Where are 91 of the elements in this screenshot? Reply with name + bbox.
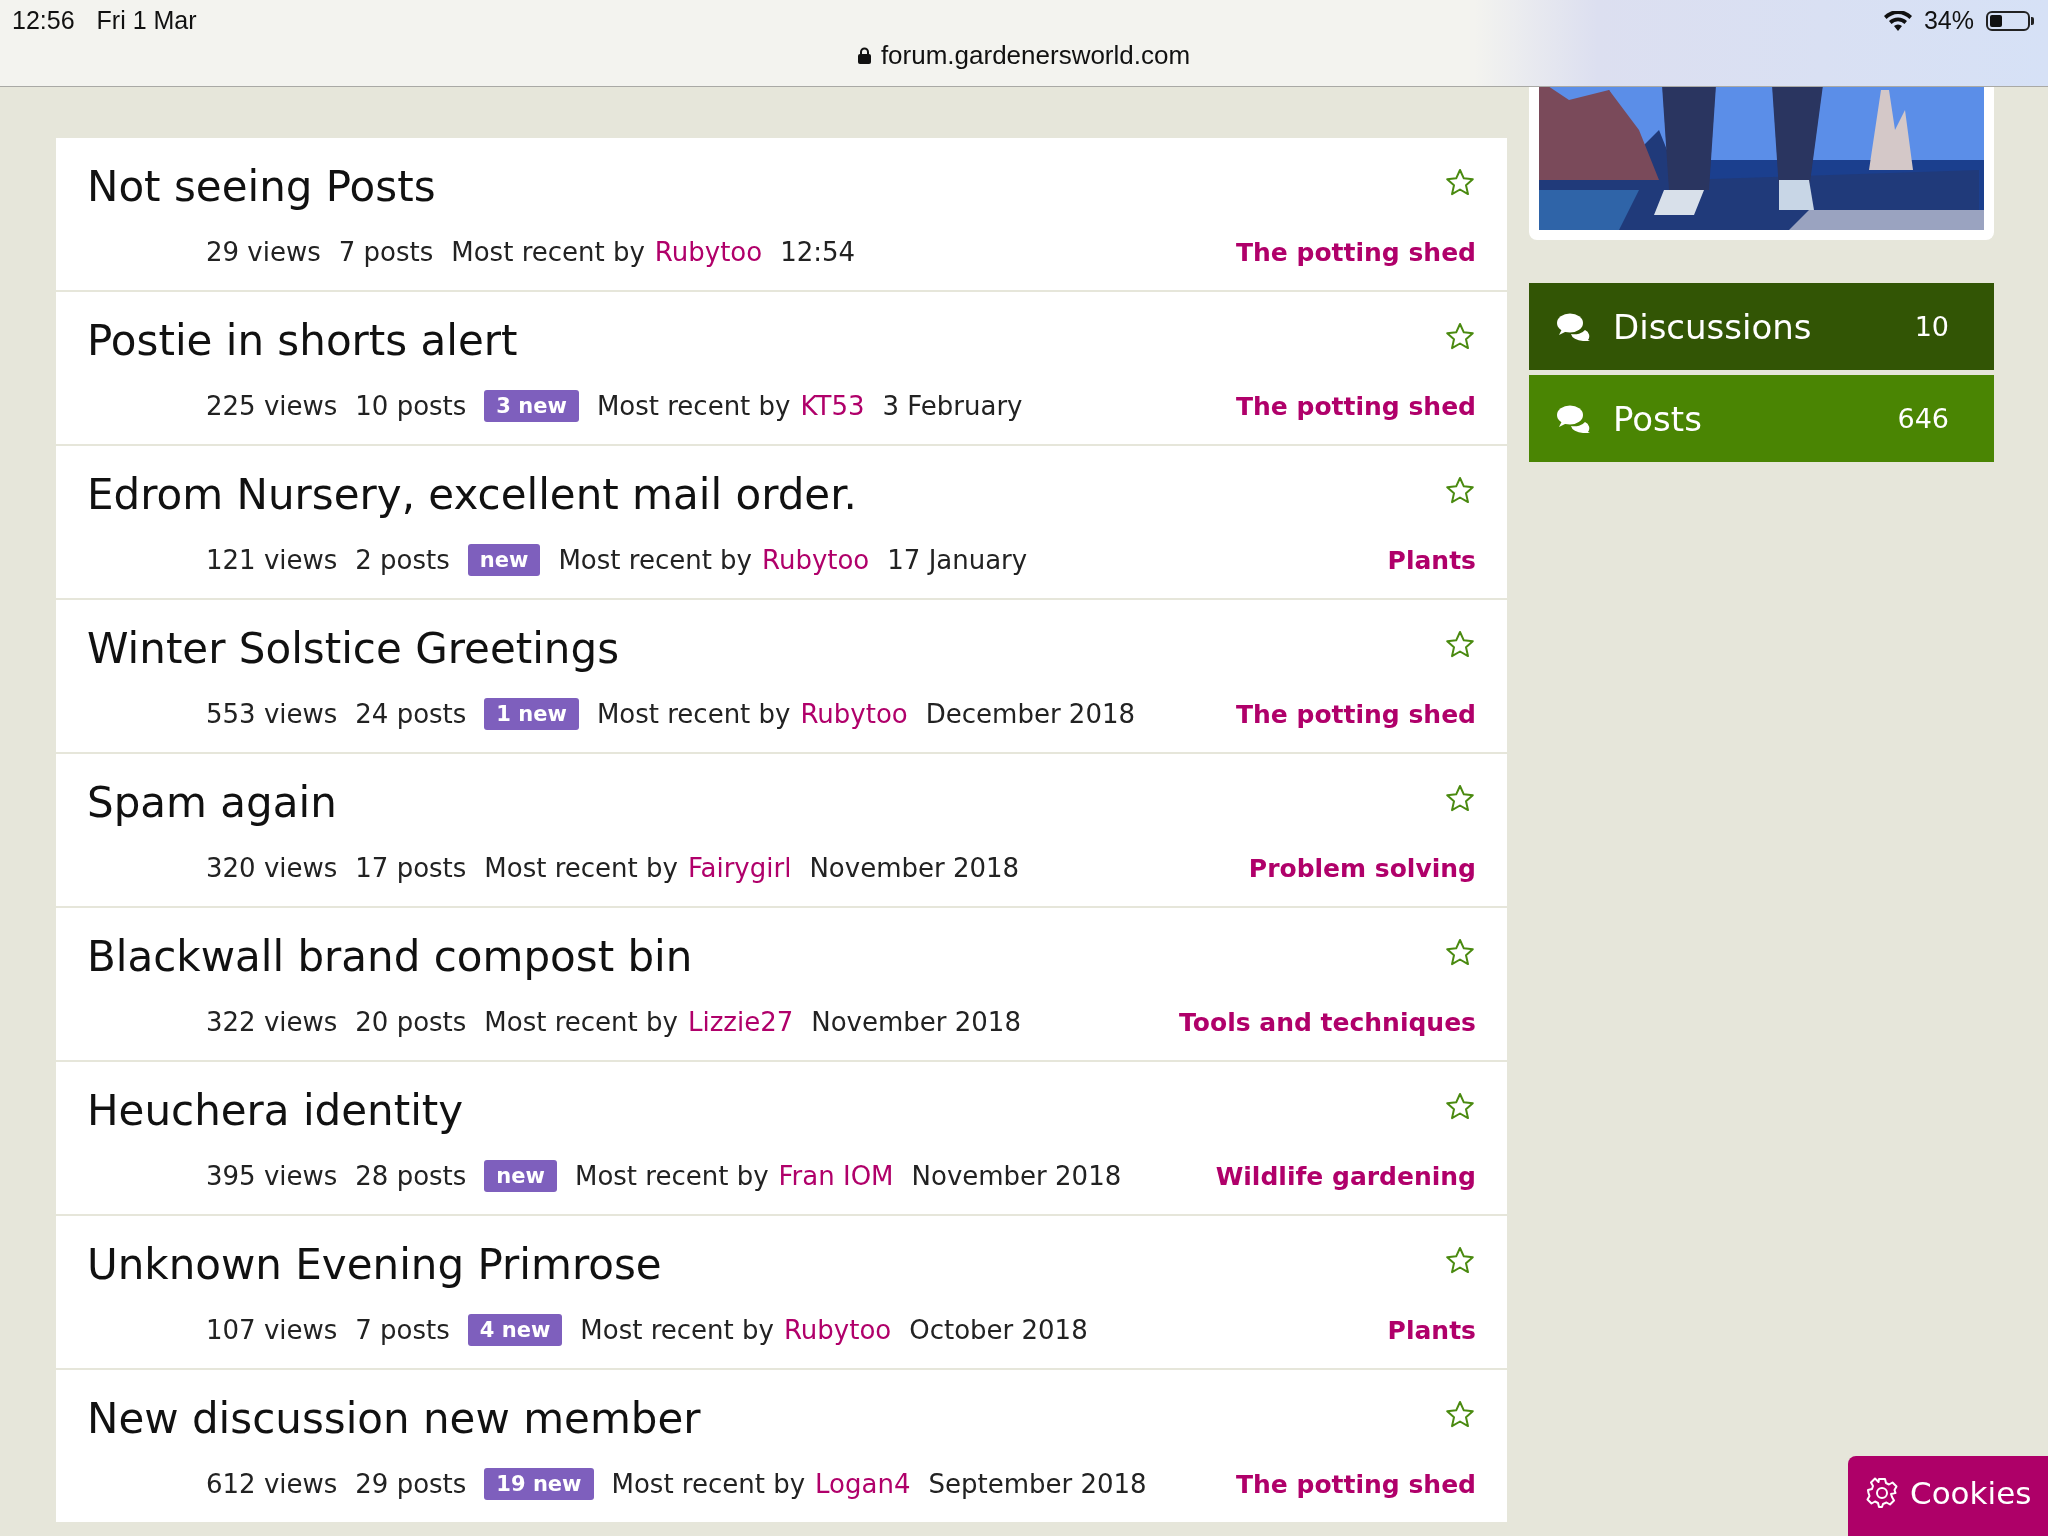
category-link[interactable]: The potting shed: [1236, 694, 1476, 734]
author-link[interactable]: Fran IOM: [778, 1161, 894, 1191]
post-date: 3 February: [882, 391, 1023, 421]
view-count: 320 views: [206, 853, 338, 883]
recent-label: Most recent by: [596, 391, 791, 421]
new-badge: 3 new: [484, 390, 579, 422]
post-date: November 2018: [911, 1161, 1122, 1191]
recent-label: Most recent by: [451, 237, 645, 267]
view-count: 553 views: [206, 699, 338, 729]
author-link[interactable]: Rubytoo: [762, 545, 870, 575]
post-date: November 2018: [809, 853, 1020, 883]
chat-icon: [1557, 404, 1591, 433]
discussion-title[interactable]: Edrom Nursery, excellent mail order.: [87, 470, 857, 519]
status-date: Fri 1 Mar: [96, 6, 197, 35]
star-icon[interactable]: [1445, 1246, 1475, 1275]
category-link[interactable]: Problem solving: [1248, 848, 1476, 888]
post-date: December 2018: [925, 699, 1135, 729]
author-link[interactable]: Rubytoo: [654, 237, 763, 267]
star-icon[interactable]: [1445, 784, 1475, 813]
stat-tab[interactable]: Discussions 10: [1529, 283, 1994, 370]
cookies-button[interactable]: Cookies: [1848, 1456, 2048, 1536]
stat-tab[interactable]: Posts 646: [1529, 375, 1994, 462]
lock-icon: [857, 47, 871, 64]
view-count: 322 views: [206, 1007, 338, 1037]
category-link[interactable]: Tools and techniques: [1179, 1002, 1476, 1042]
recent-label: Most recent by: [611, 1469, 806, 1499]
discussion-title[interactable]: New discussion new member: [87, 1394, 701, 1443]
category-link[interactable]: The potting shed: [1236, 232, 1476, 272]
author-link[interactable]: Fairygirl: [687, 853, 792, 883]
discussion-title[interactable]: Unknown Evening Primrose: [87, 1240, 662, 1289]
category-link[interactable]: The potting shed: [1236, 1464, 1476, 1504]
settings-icon: [1866, 1477, 1898, 1509]
new-badge: 4 new: [467, 1314, 563, 1346]
post-date: September 2018: [928, 1469, 1147, 1499]
category-link[interactable]: Plants: [1387, 1310, 1476, 1350]
star-icon[interactable]: [1445, 168, 1475, 197]
post-count: 7 posts: [338, 237, 434, 267]
battery-percent: 34%: [1923, 6, 1974, 35]
url-text[interactable]: forum.gardenersworld.com: [880, 40, 1191, 71]
view-count: 29 views: [206, 237, 321, 267]
new-badge: new: [484, 1160, 557, 1192]
post-date: 17 January: [887, 545, 1028, 575]
recent-label: Most recent by: [574, 1161, 769, 1191]
star-icon[interactable]: [1445, 1400, 1475, 1429]
post-count: 7 posts: [355, 1315, 450, 1345]
discussion-title[interactable]: Not seeing Posts: [87, 162, 436, 211]
star-icon[interactable]: [1445, 476, 1475, 505]
recent-label: Most recent by: [596, 699, 791, 729]
discussion-title[interactable]: Winter Solstice Greetings: [87, 624, 619, 673]
star-icon[interactable]: [1445, 630, 1475, 659]
star-icon[interactable]: [1445, 1092, 1475, 1121]
new-badge: new: [467, 544, 541, 576]
new-badge: 1 new: [484, 698, 579, 730]
author-link[interactable]: Logan4: [815, 1469, 911, 1499]
post-count: 29 posts: [355, 1469, 467, 1499]
wifi-icon: [1883, 10, 1912, 31]
post-count: 2 posts: [355, 545, 450, 575]
chat-icon: [1557, 312, 1591, 341]
recent-label: Most recent by: [558, 545, 752, 575]
new-badge: 19 new: [484, 1468, 594, 1500]
recent-label: Most recent by: [484, 853, 678, 883]
star-icon[interactable]: [1445, 322, 1475, 351]
post-count: 24 posts: [355, 699, 467, 729]
post-date: 12:54: [780, 237, 856, 267]
status-time: 12:56: [12, 6, 75, 35]
star-icon[interactable]: [1445, 938, 1475, 967]
view-count: 107 views: [206, 1315, 338, 1345]
category-link[interactable]: Wildlife gardening: [1215, 1156, 1476, 1196]
discussion-title[interactable]: Spam again: [87, 778, 337, 827]
recent-label: Most recent by: [580, 1315, 774, 1345]
category-link[interactable]: The potting shed: [1236, 386, 1476, 426]
view-count: 121 views: [206, 545, 338, 575]
author-link[interactable]: Rubytoo: [783, 1315, 892, 1345]
post-date: November 2018: [811, 1007, 1021, 1037]
discussion-title[interactable]: Heuchera identity: [87, 1086, 464, 1135]
author-link[interactable]: Lizzie27: [687, 1007, 794, 1037]
battery-icon: [1986, 10, 2034, 31]
view-count: 395 views: [206, 1161, 338, 1191]
view-count: 225 views: [206, 391, 338, 421]
post-count: 20 posts: [355, 1007, 467, 1037]
category-link[interactable]: Plants: [1387, 540, 1476, 580]
post-count: 10 posts: [355, 391, 467, 421]
discussion-title[interactable]: Blackwall brand compost bin: [87, 932, 693, 981]
post-count: 28 posts: [355, 1161, 467, 1191]
author-link[interactable]: KT53: [800, 391, 865, 421]
author-link[interactable]: Rubytoo: [800, 699, 908, 729]
discussion-title[interactable]: Postie in shorts alert: [87, 316, 518, 365]
view-count: 612 views: [206, 1469, 338, 1499]
post-date: October 2018: [909, 1315, 1088, 1345]
post-count: 17 posts: [355, 853, 467, 883]
recent-label: Most recent by: [484, 1007, 678, 1037]
